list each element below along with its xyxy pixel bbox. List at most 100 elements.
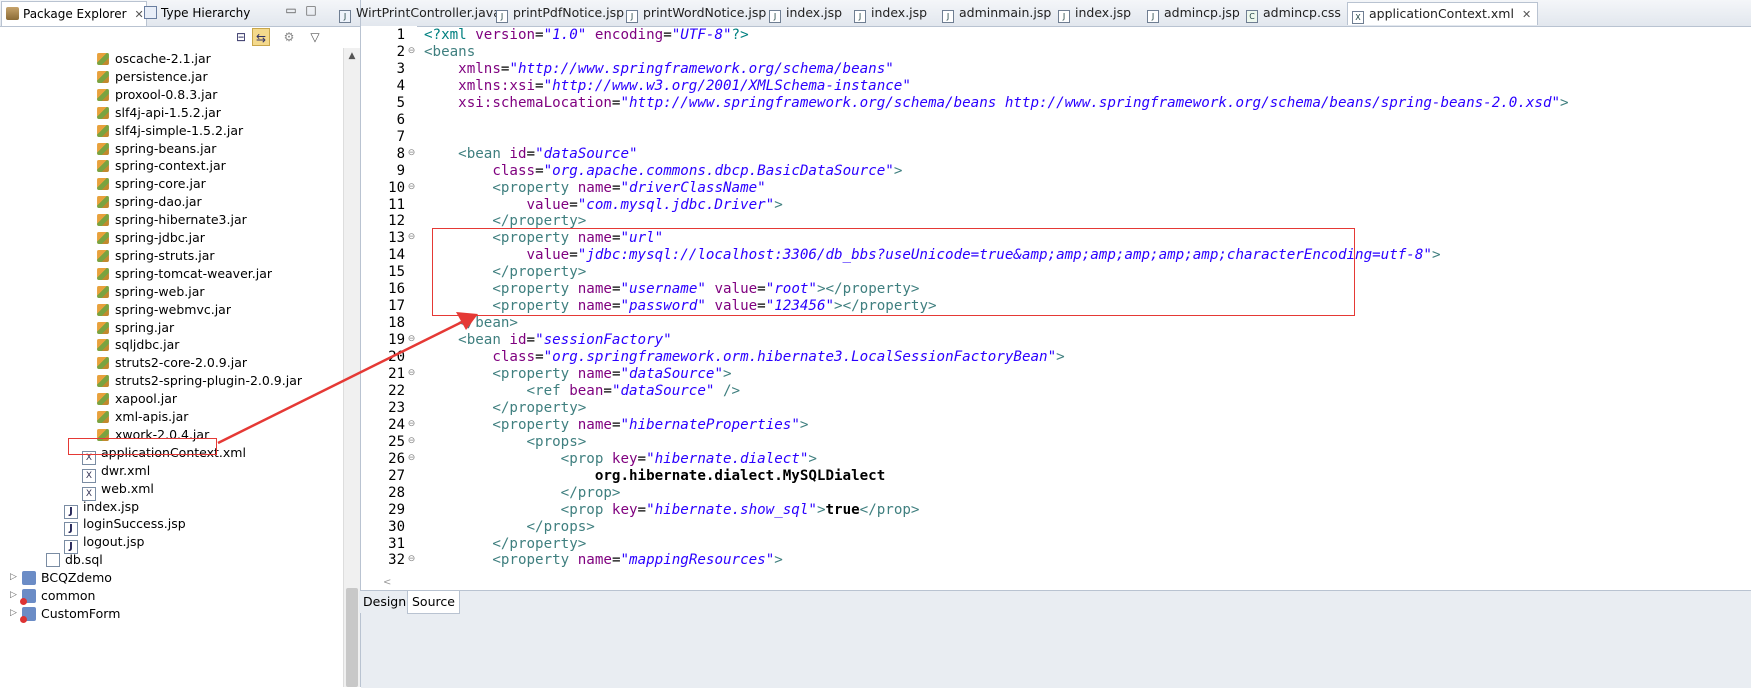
code-token: > — [722, 366, 732, 382]
tree-item[interactable]: ▷ CustomForm — [10, 604, 120, 623]
code-text[interactable]: <?xml version="1.0" encoding="UTF-8"?> <b… — [424, 26, 1744, 646]
code-token: "http://www.w3.org/2001/XMLSchema-instan… — [543, 77, 911, 94]
editor-tab[interactable]: J WirtPrintController.java — [339, 2, 501, 24]
link-with-editor-icon[interactable]: ⇆ — [252, 28, 270, 46]
fold-toggle-icon[interactable]: ⊖ — [407, 148, 416, 158]
horizontal-scrollbar[interactable]: < — [361, 575, 1751, 590]
editor-tab[interactable]: Jadminmain.jsp — [942, 2, 1051, 24]
code-token: "dataSource" — [611, 382, 715, 399]
tree-item[interactable]: struts2-core-2.0.9.jar — [96, 353, 247, 372]
tree-item[interactable]: persistence.jar — [96, 67, 208, 86]
code-token: bean — [569, 382, 604, 399]
tree-item[interactable]: JloginSuccess.jsp — [64, 514, 186, 537]
fold-toggle-icon[interactable]: ⊖ — [407, 419, 416, 429]
tree-item[interactable]: Xweb.xml — [82, 479, 154, 501]
code-token: "org.apache.commons.dbcp.BasicDataSource… — [543, 162, 894, 179]
tree-item[interactable]: ▷ BCQZdemo — [10, 568, 112, 587]
maximize-icon[interactable]: □ — [304, 3, 318, 17]
code-line: <property name="mappingResources"> — [424, 551, 782, 570]
scroll-thumb[interactable] — [346, 588, 358, 687]
tree-item[interactable]: spring-beans.jar — [96, 139, 216, 158]
expand-twisty-icon[interactable]: ▷ — [10, 568, 17, 587]
editor-tab-active[interactable]: XapplicationContext.xml ✕ — [1347, 2, 1539, 26]
fold-toggle-icon[interactable]: ⊖ — [407, 453, 416, 463]
fold-toggle-icon[interactable]: ⊖ — [407, 335, 416, 344]
close-icon[interactable]: ✕ — [1522, 4, 1531, 26]
tree-item[interactable]: spring-core.jar — [96, 174, 206, 193]
collapse-all-icon[interactable]: ⊟ — [232, 28, 250, 46]
fold-toggle-icon[interactable]: ⊖ — [407, 436, 416, 446]
tree-item[interactable]: xapool.jar — [96, 389, 177, 408]
line-number: 32 — [388, 552, 405, 569]
code-token: encoding — [586, 27, 664, 43]
tree-item[interactable]: slf4j-simple-1.5.2.jar — [96, 121, 243, 140]
jar-icon — [97, 339, 109, 352]
fold-toggle-icon[interactable]: ⊖ — [407, 46, 416, 56]
tree-item[interactable]: ▷ common — [10, 586, 95, 605]
tree-item[interactable]: sqljdbc.jar — [96, 335, 179, 354]
chevron-down-icon[interactable]: ▽ — [306, 28, 324, 46]
code-token: = — [535, 162, 544, 179]
tree-item-label: web.xml — [101, 480, 154, 496]
tree-item[interactable]: db.sql — [46, 550, 103, 569]
tab-design[interactable]: Design — [359, 591, 411, 613]
tree-item[interactable]: spring.jar — [96, 318, 174, 337]
tab-source[interactable]: Source — [407, 591, 460, 614]
code-token: version — [475, 27, 536, 43]
tree-item[interactable]: spring-struts.jar — [96, 246, 215, 265]
tree-item[interactable]: oscache-2.1.jar — [96, 49, 211, 68]
editor-tab[interactable]: Jindex.jsp — [769, 2, 842, 24]
fold-toggle-icon[interactable]: ⊖ — [407, 369, 416, 378]
tree-item[interactable]: spring-hibernate3.jar — [96, 210, 247, 229]
tree-item[interactable]: struts2-spring-plugin-2.0.9.jar — [96, 371, 302, 390]
editor-tab[interactable]: Jindex.jsp — [854, 2, 927, 24]
left-tab-bar: Package Explorer ✕ Type Hierarchy ▭ □ — [0, 0, 360, 27]
tree-item-label: db.sql — [65, 552, 103, 568]
tree-item[interactable]: spring-web.jar — [96, 282, 205, 301]
jar-icon — [97, 303, 109, 316]
editor-tab[interactable]: Jadmincp.jsp — [1147, 2, 1240, 24]
code-token: "sessionFactory" — [535, 332, 672, 349]
code-token: xmlns — [458, 60, 501, 77]
tree-item[interactable]: proxool-0.8.3.jar — [96, 85, 217, 104]
tree-item[interactable]: spring-context.jar — [96, 156, 226, 175]
fold-toggle-icon[interactable]: ⊖ — [407, 555, 416, 564]
code-token: <props> — [526, 433, 587, 450]
editor-tab[interactable]: Jindex.jsp — [1058, 2, 1131, 24]
jar-icon — [97, 178, 109, 191]
scroll-up-icon[interactable]: ▲ — [344, 48, 360, 64]
editor-tab[interactable]: Cadmincp.css — [1246, 2, 1341, 24]
tree-item[interactable]: spring-tomcat-weaver.jar — [96, 264, 272, 283]
editor-tab[interactable]: JprintWordNotice.jsp — [626, 2, 766, 24]
tree-item[interactable]: Jindex.jsp — [64, 497, 139, 519]
expand-twisty-icon[interactable]: ▷ — [10, 604, 17, 623]
xml-file-icon: X — [1352, 11, 1364, 24]
tree-item-label: BCQZdemo — [41, 570, 112, 586]
minimize-icon[interactable]: ▭ — [284, 3, 298, 17]
tree-item[interactable]: xml-apis.jar — [96, 407, 188, 426]
code-token: "hibernate.show_sql" — [646, 501, 817, 518]
tree-item[interactable]: slf4j-api-1.5.2.jar — [96, 103, 221, 122]
fold-toggle-icon[interactable]: ⊖ — [407, 233, 416, 242]
tab-package-explorer[interactable]: Package Explorer ✕ — [1, 1, 147, 26]
vertical-scrollbar[interactable]: ▲ — [343, 48, 360, 687]
code-token: class — [492, 349, 536, 366]
code-token: <property — [492, 416, 578, 433]
fold-toggle-icon[interactable]: ⊖ — [407, 182, 416, 192]
tree-item[interactable]: Jlogout.jsp — [64, 532, 144, 555]
tree-item[interactable]: spring-dao.jar — [96, 192, 202, 211]
editor-tab-label: index.jsp — [786, 5, 843, 20]
tree-item[interactable]: Xdwr.xml — [82, 461, 150, 483]
view-menu-icon[interactable]: ⚙ — [280, 28, 298, 46]
xml-source-editor[interactable]: 1 2 ⊖ 3 4 5 6 7 8 ⊖ 9 10 ⊖ 11 12 13 ⊖ 14 15 16 17 18 19 ⊖ 20 21 ⊖ 2… — [361, 26, 1751, 646]
editor-tab[interactable]: JprintPdfNotice.jsp — [496, 2, 624, 24]
code-token: = — [569, 196, 578, 213]
expand-twisty-icon[interactable]: ▷ — [10, 586, 17, 605]
tree-item[interactable]: spring-jdbc.jar — [96, 228, 205, 247]
tree-item[interactable]: spring-webmvc.jar — [96, 300, 231, 319]
editor-tab-label: adminmain.jsp — [959, 5, 1052, 20]
